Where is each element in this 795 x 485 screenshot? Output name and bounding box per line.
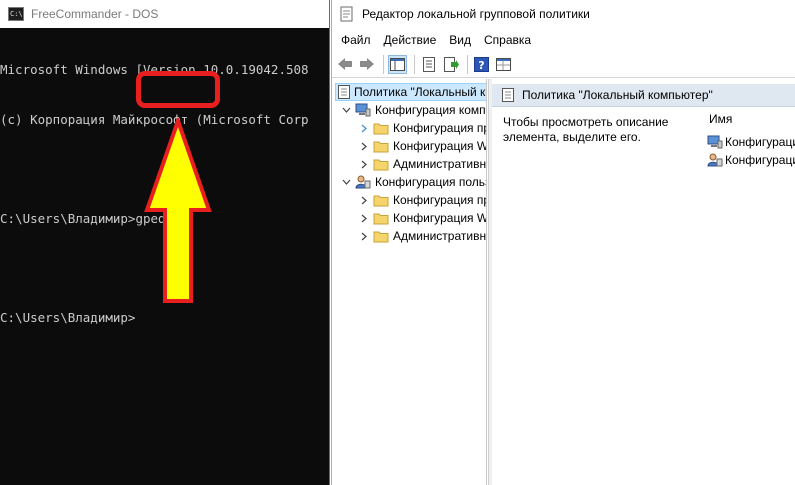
menu-help[interactable]: Справка bbox=[484, 33, 531, 47]
content-pane[interactable]: Политика "Локальный компьютер" Чтобы про… bbox=[492, 79, 795, 485]
gpedit-title: Редактор локальной групповой политики bbox=[362, 7, 590, 21]
tree-item-user-config[interactable]: Конфигурация пользователя bbox=[340, 173, 486, 191]
description-text: Чтобы просмотреть описание элемента, выд… bbox=[503, 115, 669, 144]
list-item-computer-config[interactable]: Конфигурация компьютера bbox=[707, 134, 795, 150]
command-highlight-box bbox=[136, 71, 220, 108]
tree-item-root[interactable]: Политика "Локальный компьютер" bbox=[335, 83, 486, 101]
toolbar-separator bbox=[467, 54, 468, 74]
export-list-button[interactable] bbox=[441, 55, 460, 74]
gpedit-window[interactable]: Редактор локальной групповой политики Фа… bbox=[331, 0, 795, 485]
tree-item-label: Конфигурация компьютера bbox=[375, 103, 486, 117]
back-arrow-icon bbox=[337, 58, 352, 70]
tree-item-label: Конфигурация программ bbox=[393, 121, 486, 135]
svg-text:?: ? bbox=[478, 59, 484, 72]
chevron-down-icon[interactable] bbox=[340, 176, 352, 188]
folder-icon bbox=[373, 121, 389, 135]
tree-item-user-software-settings[interactable]: Конфигурация программ bbox=[358, 191, 486, 209]
content-header: Политика "Локальный компьютер" bbox=[492, 84, 795, 107]
console-prompt-line[interactable]: C:\Users\Владимир> bbox=[0, 310, 329, 327]
properties-button[interactable] bbox=[419, 55, 438, 74]
toolbar-separator bbox=[383, 54, 384, 74]
menu-bar: Файл Действие Вид Справка bbox=[332, 29, 795, 50]
user-icon bbox=[707, 153, 723, 167]
extended-view-icon bbox=[496, 57, 511, 71]
forward-button[interactable] bbox=[357, 55, 376, 74]
menu-file[interactable]: Файл bbox=[341, 33, 371, 47]
show-hide-tree-button[interactable] bbox=[388, 54, 407, 74]
folder-icon bbox=[373, 193, 389, 207]
column-header-name[interactable]: Имя bbox=[709, 112, 732, 126]
tree-pane[interactable]: Политика "Локальный компьютер" Конфигура… bbox=[332, 79, 487, 485]
show-hide-tree-icon bbox=[390, 57, 405, 71]
computer-icon bbox=[707, 135, 723, 149]
tree-item-label: Административные шаблоны bbox=[393, 229, 487, 243]
chevron-down-icon[interactable] bbox=[340, 104, 352, 116]
toolbar: ? bbox=[332, 51, 795, 78]
list-item-label: Конфигурация компьютера bbox=[725, 135, 795, 149]
computer-icon bbox=[355, 103, 371, 117]
folder-icon bbox=[373, 211, 389, 225]
chevron-right-icon[interactable] bbox=[358, 230, 370, 242]
chevron-right-icon[interactable] bbox=[358, 194, 370, 206]
up-arrow-annotation-icon bbox=[144, 118, 212, 303]
tree-item-user-windows-settings[interactable]: Конфигурация Windows bbox=[358, 209, 486, 227]
folder-icon bbox=[373, 139, 389, 153]
folder-icon bbox=[373, 157, 389, 171]
back-button[interactable] bbox=[335, 55, 354, 74]
content-header-title: Политика "Локальный компьютер" bbox=[522, 88, 713, 102]
tree-item-admin-templates[interactable]: Административные шаблоны bbox=[358, 155, 487, 173]
list-item-label: Конфигурация пользователя bbox=[725, 153, 795, 167]
export-list-icon bbox=[443, 56, 459, 72]
list-item-user-config[interactable]: Конфигурация пользователя bbox=[707, 152, 795, 168]
help-icon: ? bbox=[474, 56, 489, 72]
tree-item-label: Административные шаблоны bbox=[393, 157, 487, 171]
tree-item-label: Конфигурация пользователя bbox=[375, 175, 486, 189]
chevron-right-icon[interactable] bbox=[358, 158, 370, 170]
gpedit-app-icon bbox=[340, 6, 353, 22]
properties-icon bbox=[422, 56, 435, 72]
tree-item-software-settings[interactable]: Конфигурация программ bbox=[358, 119, 486, 137]
policy-document-icon bbox=[338, 85, 350, 99]
chevron-right-icon[interactable] bbox=[358, 122, 370, 134]
extended-view-button[interactable] bbox=[494, 55, 513, 74]
menu-action[interactable]: Действие bbox=[384, 33, 437, 47]
tree-item-user-admin-templates[interactable]: Административные шаблоны bbox=[358, 227, 487, 245]
console-titlebar[interactable]: C:\ FreeCommander - DOS bbox=[0, 0, 329, 28]
help-button[interactable]: ? bbox=[472, 55, 491, 74]
console-title: FreeCommander - DOS bbox=[31, 7, 159, 21]
console-app-icon: C:\ bbox=[8, 7, 24, 21]
console-window[interactable]: C:\ FreeCommander - DOS Microsoft Window… bbox=[0, 0, 330, 485]
toolbar-separator bbox=[414, 54, 415, 74]
chevron-right-icon[interactable] bbox=[358, 212, 370, 224]
forward-arrow-icon bbox=[359, 58, 374, 70]
tree-item-label: Конфигурация Windows bbox=[393, 139, 486, 153]
tree-item-windows-settings[interactable]: Конфигурация Windows bbox=[358, 137, 486, 155]
user-icon bbox=[355, 175, 371, 189]
folder-icon bbox=[373, 229, 389, 243]
gpedit-titlebar[interactable]: Редактор локальной групповой политики bbox=[332, 0, 795, 28]
tree-item-label: Конфигурация программ bbox=[393, 193, 486, 207]
chevron-right-icon[interactable] bbox=[358, 140, 370, 152]
tree-item-label: Политика "Локальный компьютер" bbox=[354, 85, 486, 99]
menu-view[interactable]: Вид bbox=[449, 33, 471, 47]
policy-document-icon bbox=[502, 88, 514, 102]
tree-item-computer-config[interactable]: Конфигурация компьютера bbox=[340, 101, 486, 119]
tree-item-label: Конфигурация Windows bbox=[393, 211, 486, 225]
